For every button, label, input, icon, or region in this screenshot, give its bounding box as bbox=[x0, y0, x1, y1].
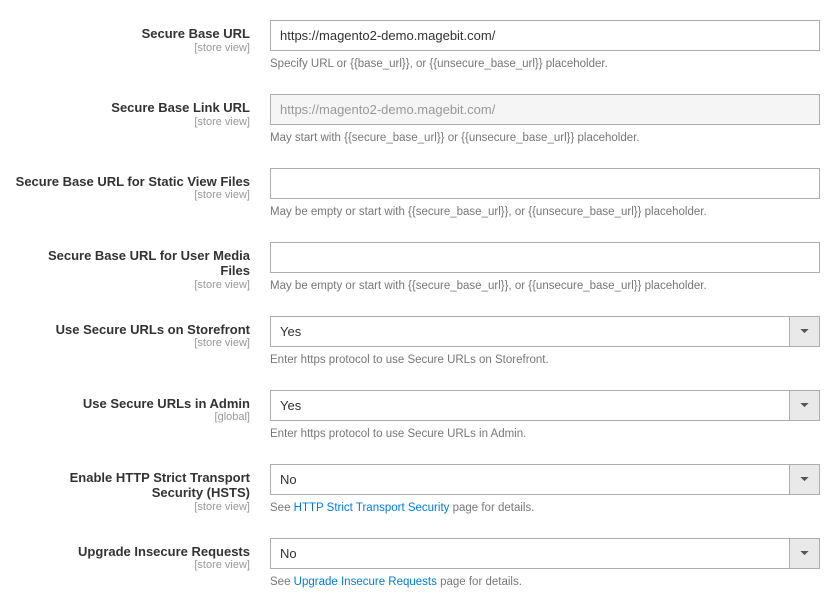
field-control-col: Yes Enter https protocol to use Secure U… bbox=[270, 316, 820, 368]
upgrade-insecure-link[interactable]: Upgrade Insecure Requests bbox=[294, 576, 437, 588]
field-label: Secure Base Link URL bbox=[15, 100, 250, 116]
secure-base-url-input[interactable] bbox=[270, 20, 820, 51]
field-label-col: Secure Base Link URL [store view] bbox=[15, 94, 270, 129]
secure-base-link-url-input bbox=[270, 94, 820, 125]
field-hint: Enter https protocol to use Secure URLs … bbox=[270, 427, 820, 442]
field-control-col: May be empty or start with {{secure_base… bbox=[270, 168, 820, 220]
field-hint: See Upgrade Insecure Requests page for d… bbox=[270, 575, 820, 590]
field-scope: [store view] bbox=[15, 42, 250, 55]
field-use-secure-admin: Use Secure URLs in Admin [global] Yes En… bbox=[15, 390, 820, 442]
hsts-link[interactable]: HTTP Strict Transport Security bbox=[294, 502, 450, 514]
field-label-col: Use Secure URLs in Admin [global] bbox=[15, 390, 270, 425]
field-secure-base-url: Secure Base URL [store view] Specify URL… bbox=[15, 20, 820, 72]
field-use-secure-storefront: Use Secure URLs on Storefront [store vie… bbox=[15, 316, 820, 368]
field-label-col: Secure Base URL [store view] bbox=[15, 20, 270, 55]
field-enable-hsts: Enable HTTP Strict Transport Security (H… bbox=[15, 464, 820, 516]
field-scope: [store view] bbox=[15, 337, 250, 350]
chevron-down-icon bbox=[789, 538, 820, 569]
hint-prefix: See bbox=[270, 576, 294, 588]
field-label: Upgrade Insecure Requests bbox=[15, 544, 250, 560]
field-label-col: Use Secure URLs on Storefront [store vie… bbox=[15, 316, 270, 351]
hint-suffix: page for details. bbox=[437, 576, 522, 588]
field-secure-base-link-url: Secure Base Link URL [store view] May st… bbox=[15, 94, 820, 146]
field-secure-base-url-media: Secure Base URL for User Media Files [st… bbox=[15, 242, 820, 294]
upgrade-insecure-select[interactable]: No bbox=[270, 538, 820, 569]
hint-suffix: page for details. bbox=[449, 502, 534, 514]
field-hint: Specify URL or {{base_url}}, or {{unsecu… bbox=[270, 57, 820, 72]
field-scope: [store view] bbox=[15, 116, 250, 129]
use-secure-admin-select[interactable]: Yes bbox=[270, 390, 820, 421]
field-label-col: Secure Base URL for User Media Files [st… bbox=[15, 242, 270, 292]
field-scope: [store view] bbox=[15, 189, 250, 202]
field-label: Use Secure URLs on Storefront bbox=[15, 322, 250, 338]
field-upgrade-insecure: Upgrade Insecure Requests [store view] N… bbox=[15, 538, 820, 590]
field-hint: May be empty or start with {{secure_base… bbox=[270, 205, 820, 220]
field-scope: [store view] bbox=[15, 279, 250, 292]
field-control-col: No See HTTP Strict Transport Security pa… bbox=[270, 464, 820, 516]
field-hint: Enter https protocol to use Secure URLs … bbox=[270, 353, 820, 368]
secure-base-url-media-input[interactable] bbox=[270, 242, 820, 273]
field-control-col: May be empty or start with {{secure_base… bbox=[270, 242, 820, 294]
field-control-col: May start with {{secure_base_url}} or {{… bbox=[270, 94, 820, 146]
field-label: Enable HTTP Strict Transport Security (H… bbox=[15, 470, 250, 501]
chevron-down-icon bbox=[789, 390, 820, 421]
field-hint: May start with {{secure_base_url}} or {{… bbox=[270, 131, 820, 146]
select-value: No bbox=[270, 464, 789, 495]
field-label: Use Secure URLs in Admin bbox=[15, 396, 250, 412]
field-label: Secure Base URL bbox=[15, 26, 250, 42]
select-value: Yes bbox=[270, 390, 789, 421]
field-secure-base-url-static: Secure Base URL for Static View Files [s… bbox=[15, 168, 820, 220]
chevron-down-icon bbox=[789, 316, 820, 347]
enable-hsts-select[interactable]: No bbox=[270, 464, 820, 495]
field-scope: [global] bbox=[15, 411, 250, 424]
field-control-col: Yes Enter https protocol to use Secure U… bbox=[270, 390, 820, 442]
chevron-down-icon bbox=[789, 464, 820, 495]
field-hint: May be empty or start with {{secure_base… bbox=[270, 279, 820, 294]
field-scope: [store view] bbox=[15, 501, 250, 514]
select-value: No bbox=[270, 538, 789, 569]
field-control-col: Specify URL or {{base_url}}, or {{unsecu… bbox=[270, 20, 820, 72]
hint-prefix: See bbox=[270, 502, 294, 514]
select-value: Yes bbox=[270, 316, 789, 347]
field-hint: See HTTP Strict Transport Security page … bbox=[270, 501, 820, 516]
field-label-col: Secure Base URL for Static View Files [s… bbox=[15, 168, 270, 203]
field-scope: [store view] bbox=[15, 559, 250, 572]
secure-base-url-static-input[interactable] bbox=[270, 168, 820, 199]
field-control-col: No See Upgrade Insecure Requests page fo… bbox=[270, 538, 820, 590]
field-label: Secure Base URL for User Media Files bbox=[15, 248, 250, 279]
field-label: Secure Base URL for Static View Files bbox=[15, 174, 250, 190]
field-label-col: Enable HTTP Strict Transport Security (H… bbox=[15, 464, 270, 514]
field-label-col: Upgrade Insecure Requests [store view] bbox=[15, 538, 270, 573]
use-secure-storefront-select[interactable]: Yes bbox=[270, 316, 820, 347]
